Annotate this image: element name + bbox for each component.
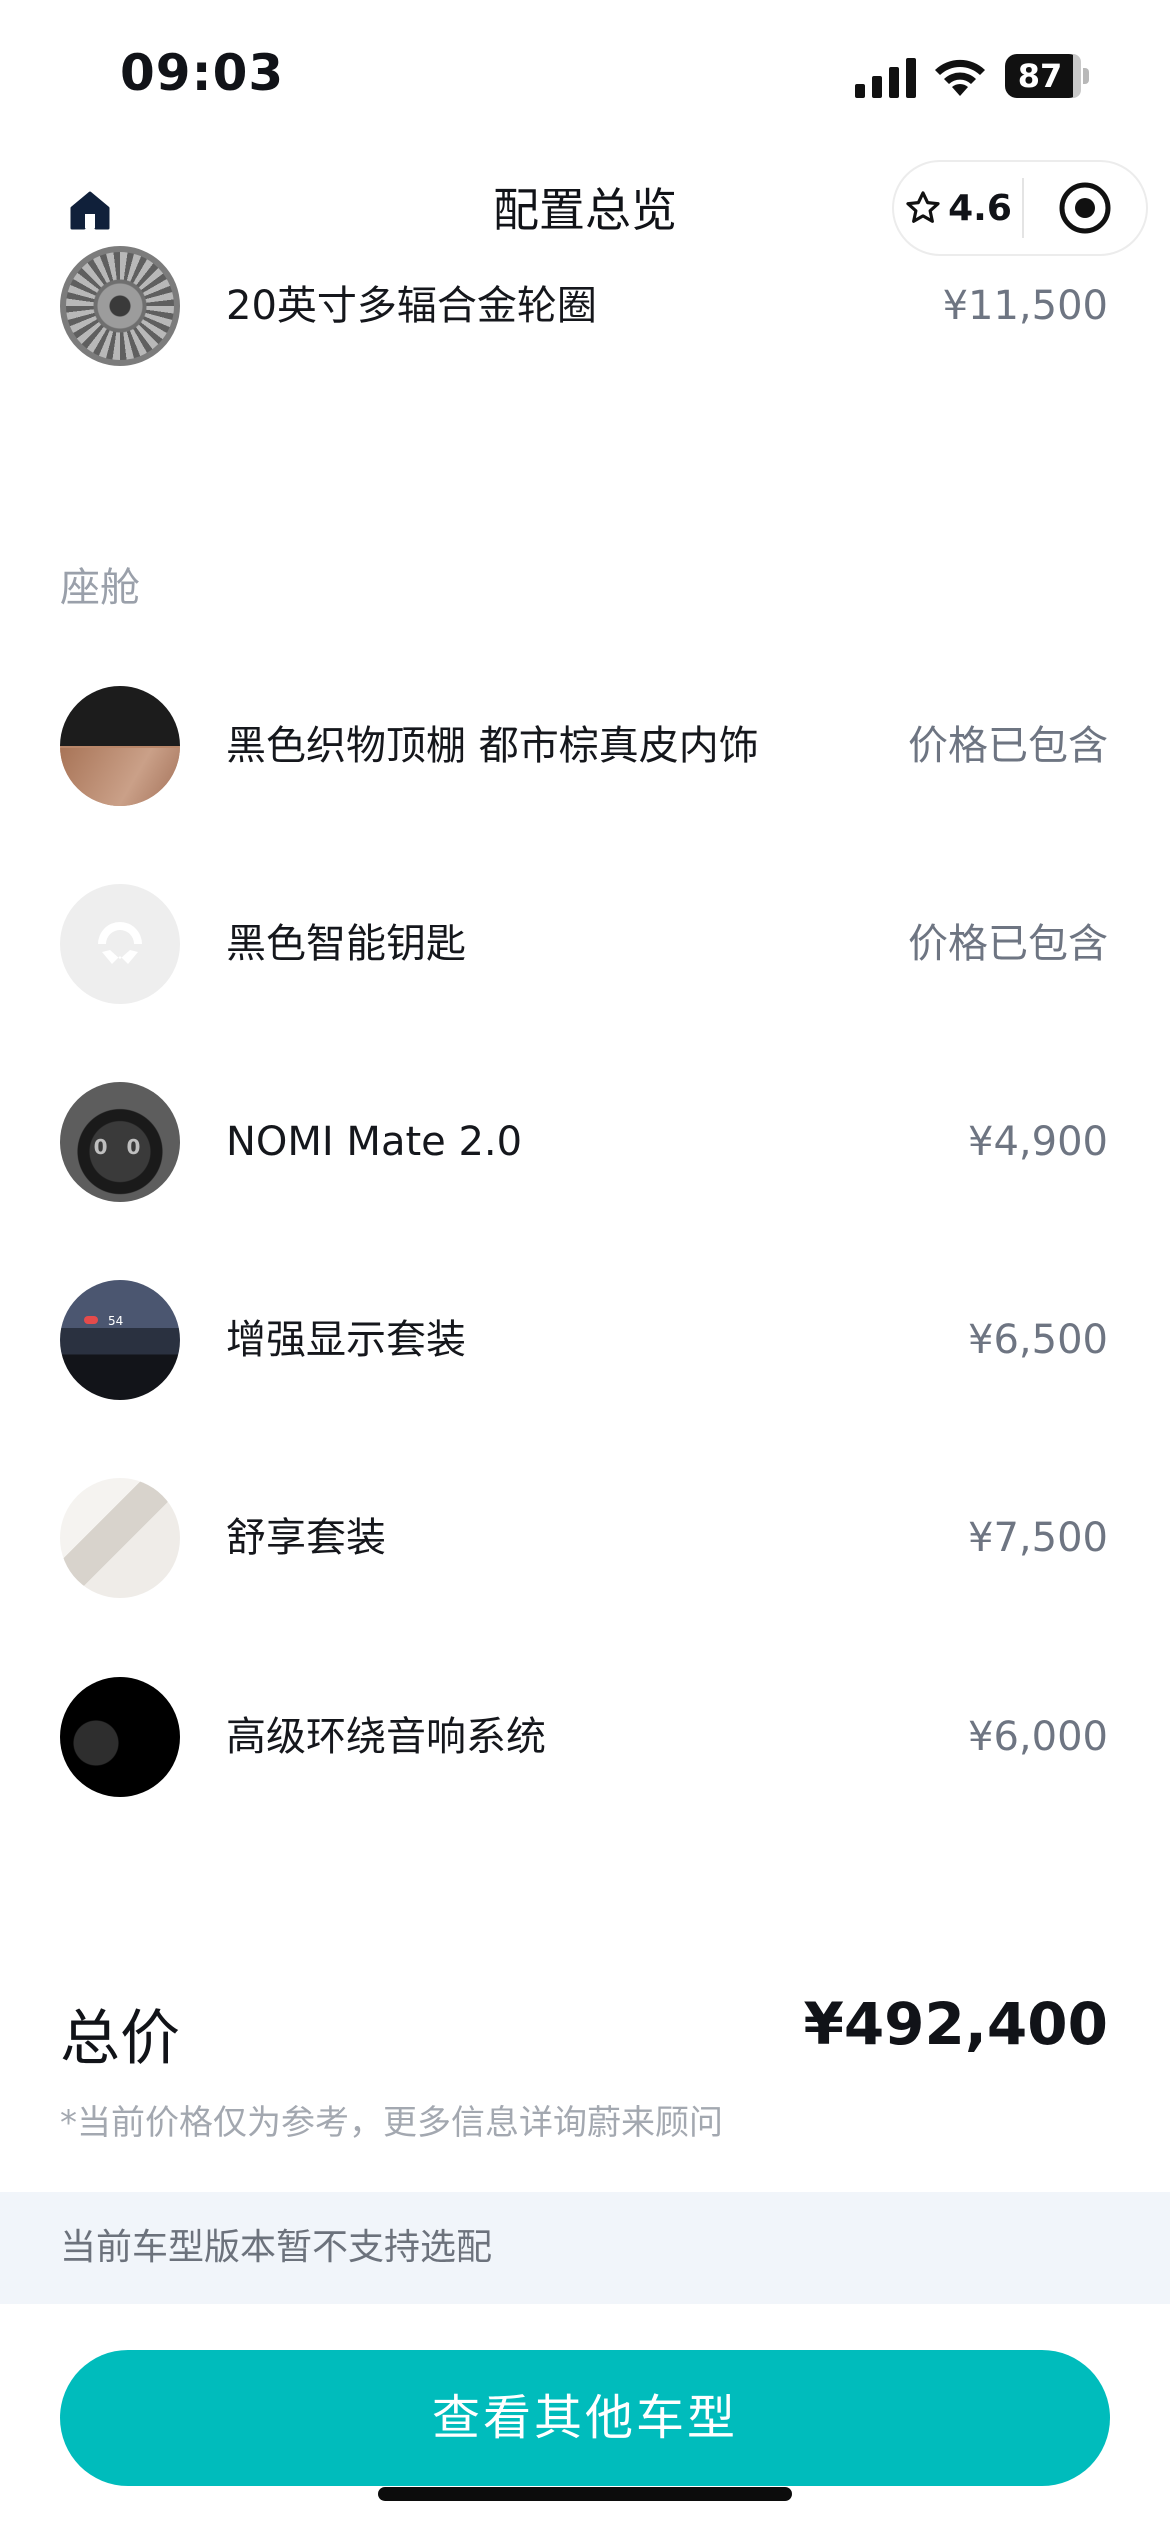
- status-bar: 09:03 87: [0, 0, 1170, 150]
- nomi-thumb: 0 0: [60, 1082, 180, 1202]
- target-icon: [1059, 182, 1111, 234]
- option-price: ¥4,900: [968, 1119, 1108, 1165]
- option-name: 黑色织物顶棚 都市棕真皮内饰: [226, 723, 759, 769]
- home-icon: [70, 191, 110, 230]
- option-row-nomi: 0 0 NOMI Mate 2.0 ¥4,900: [0, 1072, 1170, 1212]
- rating-value: 4.6: [948, 187, 1012, 229]
- option-name: 高级环绕音响系统: [226, 1714, 546, 1760]
- star-icon: [906, 191, 940, 223]
- option-row-interior: 黑色织物顶棚 都市棕真皮内饰 价格已包含: [0, 676, 1170, 816]
- view-other-models-button[interactable]: 查看其他车型: [60, 2350, 1110, 2486]
- option-row-smart-key: 黑色智能钥匙 价格已包含: [0, 874, 1170, 1014]
- hud-thumb: [60, 1280, 180, 1400]
- option-row-wheel: 20英寸多辐合金轮圈 ¥11,500: [0, 236, 1170, 376]
- wheel-thumb: [60, 246, 180, 366]
- option-name: 20英寸多辐合金轮圈: [226, 283, 597, 329]
- option-name: 增强显示套装: [226, 1317, 466, 1363]
- total-price: ¥492,400: [803, 1990, 1108, 2058]
- option-name: NOMI Mate 2.0: [226, 1119, 523, 1165]
- option-row-comfort: 舒享套装 ¥7,500: [0, 1468, 1170, 1608]
- home-indicator[interactable]: [378, 2487, 792, 2501]
- option-price: ¥6,500: [968, 1317, 1108, 1363]
- battery-level: 87: [1017, 57, 1063, 95]
- option-price: ¥11,500: [942, 283, 1108, 329]
- wifi-icon: [935, 59, 985, 96]
- interior-thumb: [60, 686, 180, 806]
- option-price: ¥7,500: [968, 1515, 1108, 1561]
- battery-icon: 87: [1005, 54, 1089, 98]
- smart-key-thumb: [60, 884, 180, 1004]
- option-row-audio: 高级环绕音响系统 ¥6,000: [0, 1667, 1170, 1807]
- cellular-signal-icon: [855, 58, 916, 98]
- nio-logo-icon: [98, 922, 142, 964]
- config-overview-page: 09:03 87 配置总览 4.6 20英寸多辐合金轮圈 ¥11,500 座舱 …: [0, 0, 1170, 2532]
- home-button[interactable]: [62, 182, 118, 238]
- audio-thumb: [60, 1677, 180, 1797]
- status-time: 09:03: [120, 44, 285, 102]
- section-title-cabin: 座舱: [60, 565, 140, 611]
- option-price: ¥6,000: [968, 1714, 1108, 1760]
- option-row-display: 增强显示套装 ¥6,500: [0, 1270, 1170, 1410]
- option-price: 价格已包含: [908, 723, 1108, 769]
- price-disclaimer: *当前价格仅为参考，更多信息详询蔚来顾问: [60, 2103, 723, 2143]
- notice-bar: 当前车型版本暂不支持选配: [0, 2192, 1170, 2304]
- total-label: 总价: [60, 2004, 180, 2074]
- option-name: 舒享套装: [226, 1515, 386, 1561]
- option-name: 黑色智能钥匙: [226, 921, 466, 967]
- seat-thumb: [60, 1478, 180, 1598]
- notice-text: 当前车型版本暂不支持选配: [60, 2227, 493, 2268]
- option-price: 价格已包含: [908, 921, 1108, 967]
